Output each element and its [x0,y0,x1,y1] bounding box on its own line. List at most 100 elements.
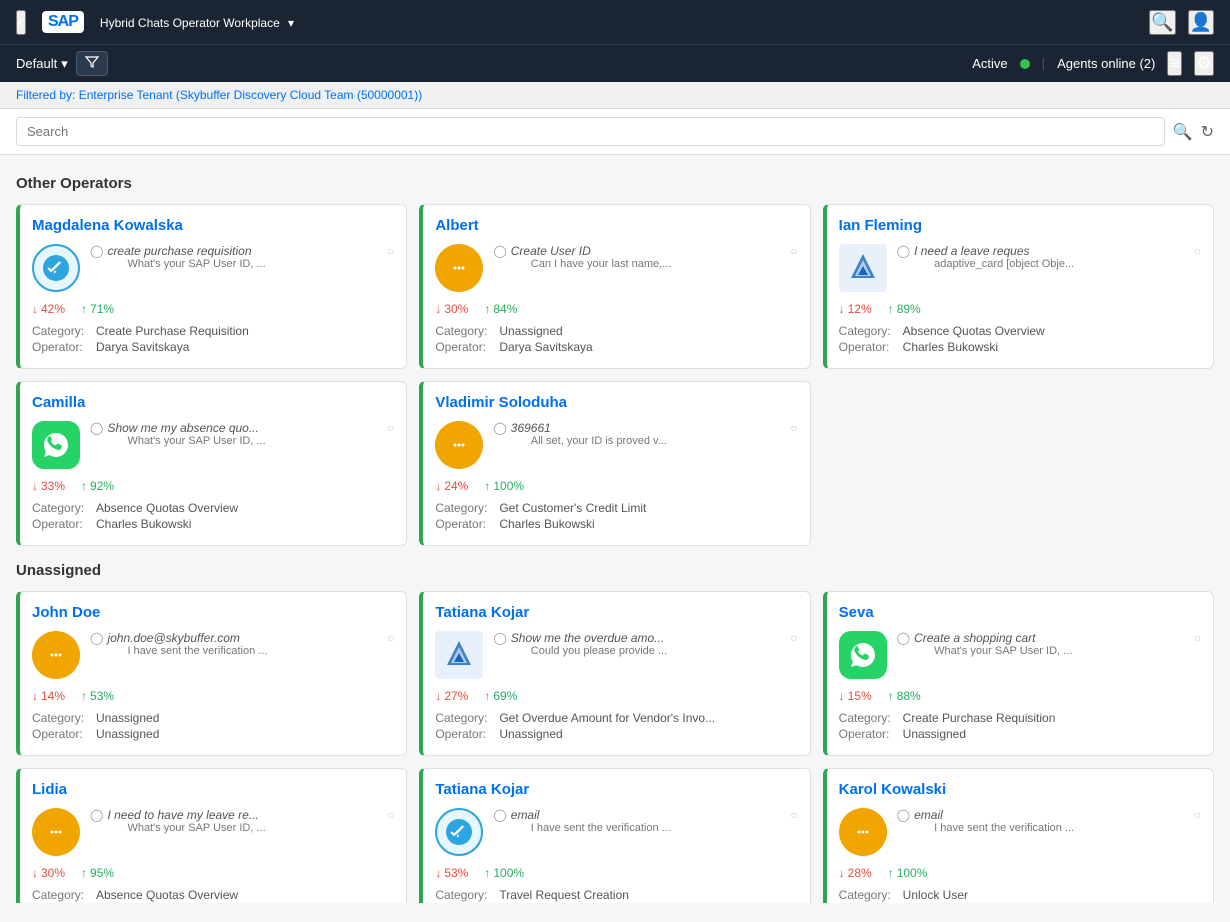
category-label: Category: [435,501,495,515]
category-row: Category: Get Customer's Credit Limit [435,501,797,515]
filter-button[interactable] [76,51,108,76]
msg-text: Create a shopping cart What's your SAP U… [914,631,1190,657]
card-messages: ◯ 369661 All set, your ID is proved v...… [493,421,797,451]
card-customer-name: Ian Fleming [839,217,1201,234]
up-arrow-icon: ↑ [484,866,490,880]
search-input[interactable] [16,117,1165,146]
operator-row: Operator: Charles Bukowski [435,517,797,531]
default-dropdown[interactable]: Default ▾ [16,56,68,72]
msg-text: Show me the overdue amo... Could you ple… [511,631,787,657]
chat-card[interactable]: Seva ◯ Create a shopping cart What's you… [823,591,1214,756]
operator-row: Operator: Charles Bukowski [32,517,394,531]
category-row: Category: Unlock User [839,888,1201,902]
msg-row-sender: ◯ email I have sent the verification ...… [493,808,797,834]
card-messages: ◯ email I have sent the verification ...… [493,808,797,838]
config-icon[interactable]: ⚙ [1194,51,1214,76]
category-value: Unlock User [903,888,968,902]
operator-value: Charles Bukowski [96,517,191,531]
chat-card[interactable]: Tatiana Kojar ◯ email I have sent the ve… [419,768,810,903]
user-circle-icon: ◯ [493,244,506,258]
operator-row: Operator: Unassigned [435,727,797,741]
msg-content: I have sent the verification ... [531,822,787,834]
operator-value: Charles Bukowski [903,340,998,354]
stat-up: ↑ 89% [888,302,921,316]
search-icon[interactable]: 🔍 [1149,10,1175,35]
stat-down: ↓ 28% [839,866,872,880]
stack-icon[interactable]: ≡ [1167,51,1182,76]
chat-card[interactable]: Camilla ◯ Show me my absence quo... What… [16,381,407,546]
category-value: Create Purchase Requisition [903,711,1056,725]
down-arrow-icon: ↓ [32,689,38,703]
chat-card[interactable]: Karol Kowalski ◯ email I have sent the v… [823,768,1214,903]
down-arrow-icon: ↓ [32,479,38,493]
chat-card[interactable]: Vladimir Soloduha ◯ 369661 All set, your… [419,381,810,546]
search-submit-button[interactable]: 🔍 [1173,122,1193,142]
operator-label: Operator: [435,517,495,531]
operator-value: Unassigned [499,727,562,741]
card-body: ◯ Show me the overdue amo... Could you p… [435,631,797,679]
filter-value: Enterprise Tenant (Skybuffer Discovery C… [79,88,423,102]
card-customer-name: Seva [839,604,1201,621]
msg-text: I need to have my leave re... What's you… [107,808,383,834]
msg-sender: Create User ID [511,244,787,258]
stat-down-value: 33% [41,479,65,493]
card-stats: ↓ 27% ↑ 69% [435,689,797,703]
operator-label: Operator: [32,340,92,354]
avatar [32,244,80,292]
avatar [32,421,80,469]
back-button[interactable]: ‹ [16,10,26,35]
card-messages: ◯ I need a leave reques adaptive_card [o… [897,244,1201,274]
user-icon[interactable]: 👤 [1188,10,1214,35]
chat-card[interactable]: Magdalena Kowalska ◯ create purchase req… [16,204,407,369]
stat-down-value: 30% [444,302,468,316]
msg-text: email I have sent the verification ... [914,808,1190,834]
msg-content: I have sent the verification ... [934,822,1190,834]
msg-status-icon: ○ [1194,631,1201,645]
stat-up: ↑ 100% [484,479,524,493]
card-body: ◯ I need a leave reques adaptive_card [o… [839,244,1201,292]
card-stats: ↓ 14% ↑ 53% [32,689,394,703]
category-label: Category: [32,888,92,902]
msg-content: All set, your ID is proved v... [531,435,787,447]
stat-down-value: 15% [848,689,872,703]
stat-down: ↓ 24% [435,479,468,493]
category-label: Category: [839,888,899,902]
msg-row-sender: ◯ Show me the overdue amo... Could you p… [493,631,797,657]
card-customer-name: Karol Kowalski [839,781,1201,798]
chat-card[interactable]: Lidia ◯ I need to have my leave re... Wh… [16,768,407,903]
avatar [839,808,887,856]
avatar [435,631,483,679]
msg-text: 369661 All set, your ID is proved v... [511,421,787,447]
down-arrow-icon: ↓ [435,479,441,493]
up-arrow-icon: ↑ [81,302,87,316]
category-row: Category: Unassigned [435,324,797,338]
stat-down-value: 27% [444,689,468,703]
stat-down-value: 30% [41,866,65,880]
user-circle-icon: ◯ [897,808,910,822]
msg-sender: Show me my absence quo... [107,421,383,435]
chat-card[interactable]: John Doe ◯ john.doe@skybuffer.com I have… [16,591,407,756]
card-body: ◯ I need to have my leave re... What's y… [32,808,394,856]
refresh-button[interactable]: ↻ [1201,122,1214,142]
sap-logo: SAP [42,11,84,33]
msg-status-icon: ○ [1194,808,1201,822]
stat-up: ↑ 71% [81,302,114,316]
avatar [435,808,483,856]
msg-status-icon: ○ [790,631,797,645]
category-label: Category: [435,888,495,902]
card-body: ◯ john.doe@skybuffer.com I have sent the… [32,631,394,679]
card-body: ◯ Show me my absence quo... What's your … [32,421,394,469]
category-value: Unassigned [499,324,562,338]
card-stats: ↓ 30% ↑ 84% [435,302,797,316]
user-circle-icon: ◯ [90,421,103,435]
up-arrow-icon: ↑ [888,866,894,880]
category-value: Absence Quotas Overview [96,501,238,515]
category-label: Category: [839,324,899,338]
chat-card[interactable]: Albert ◯ Create User ID Can I have your … [419,204,810,369]
category-row: Category: Travel Request Creation [435,888,797,902]
operator-value: Unassigned [903,727,966,741]
stat-down: ↓ 14% [32,689,65,703]
stat-up-value: 88% [897,689,921,703]
chat-card[interactable]: Tatiana Kojar ◯ Show me the overdue amo.… [419,591,810,756]
chat-card[interactable]: Ian Fleming ◯ I need a leave reques adap… [823,204,1214,369]
